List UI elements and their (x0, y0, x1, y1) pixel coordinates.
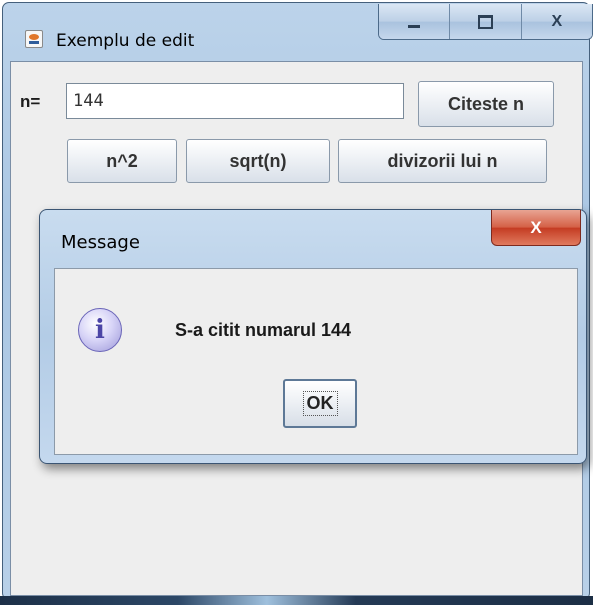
minimize-icon (408, 25, 421, 28)
taskbar-edge (0, 596, 593, 605)
minimize-button[interactable] (379, 4, 451, 39)
ok-label: OK (302, 391, 338, 416)
close-button[interactable]: X (521, 4, 592, 39)
dialog-title: Message (61, 232, 140, 253)
maximize-icon (477, 14, 493, 29)
window-title: Exemplu de edit (56, 31, 195, 51)
sqrt-n-button[interactable]: sqrt(n) (186, 139, 330, 183)
divisors-button[interactable]: divizorii lui n (338, 139, 547, 183)
java-app-icon (25, 30, 43, 48)
citeste-n-button[interactable]: Citeste n (418, 81, 554, 127)
window-controls: X (378, 4, 593, 40)
dialog-message: S-a citit numarul 144 (175, 320, 352, 340)
ok-button[interactable]: OK (283, 379, 357, 428)
message-dialog: Message X i S-a citit numarul 144 OK (39, 209, 587, 464)
information-icon: i (78, 308, 122, 352)
n-input[interactable] (66, 83, 404, 119)
n-squared-button[interactable]: n^2 (67, 139, 177, 183)
n-label: n= (20, 92, 41, 111)
maximize-button[interactable] (450, 4, 522, 39)
close-icon: X (530, 217, 542, 237)
dialog-close-button[interactable]: X (491, 210, 581, 246)
close-icon: X (551, 12, 563, 30)
